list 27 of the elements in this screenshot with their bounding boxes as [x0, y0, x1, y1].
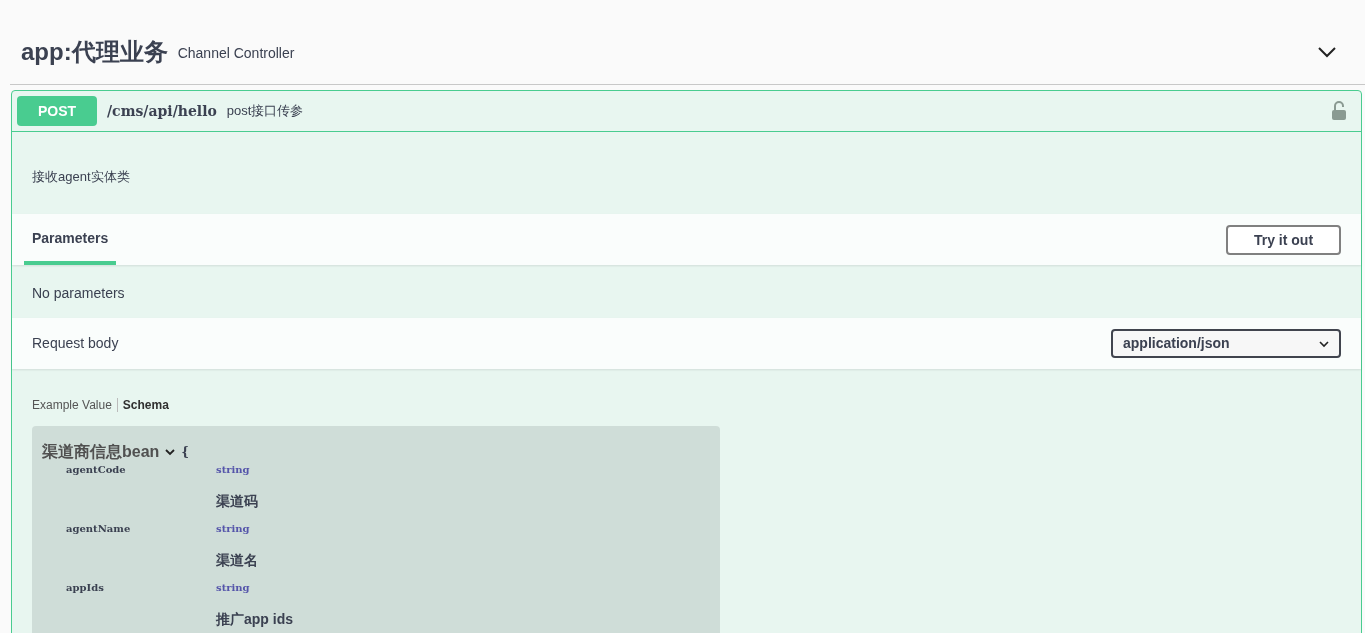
content-type-select[interactable]: application/json: [1111, 329, 1341, 358]
try-it-out-button[interactable]: Try it out: [1226, 225, 1341, 255]
property-type: string: [216, 463, 251, 477]
tag-title[interactable]: app:代理业务: [21, 34, 168, 70]
request-body-label: Request body: [32, 334, 119, 353]
chevron-icon: [1319, 339, 1329, 348]
method-badge: POST: [17, 96, 97, 126]
endpoint-path[interactable]: /cms/api/hello: [107, 100, 217, 122]
parameters-tab[interactable]: Parameters: [24, 228, 117, 265]
model-tab[interactable]: Schema: [122, 396, 169, 414]
tag-description: Channel Controller: [177, 43, 295, 63]
chevron-icon[interactable]: [165, 448, 176, 456]
property-name: appIds: [66, 581, 105, 595]
property-type: string: [216, 522, 251, 536]
property-type: string: [216, 581, 251, 595]
property-description: 渠道码: [216, 492, 258, 511]
lock-icon[interactable]: [1331, 101, 1347, 121]
property-name: agentCode: [66, 463, 127, 477]
property-description: 推广app ids: [216, 610, 293, 629]
model-tab[interactable]: Example Value: [32, 396, 112, 414]
brace-text: {: [181, 444, 190, 461]
operation-description: 接收agent实体类: [32, 169, 130, 184]
property-name: agentName: [66, 522, 132, 536]
model-title[interactable]: 渠道商信息bean: [42, 440, 160, 464]
no-parameters-text: No parameters: [32, 285, 125, 301]
property-description: 渠道名: [216, 551, 258, 570]
endpoint-summary: post接口传参: [226, 102, 304, 121]
